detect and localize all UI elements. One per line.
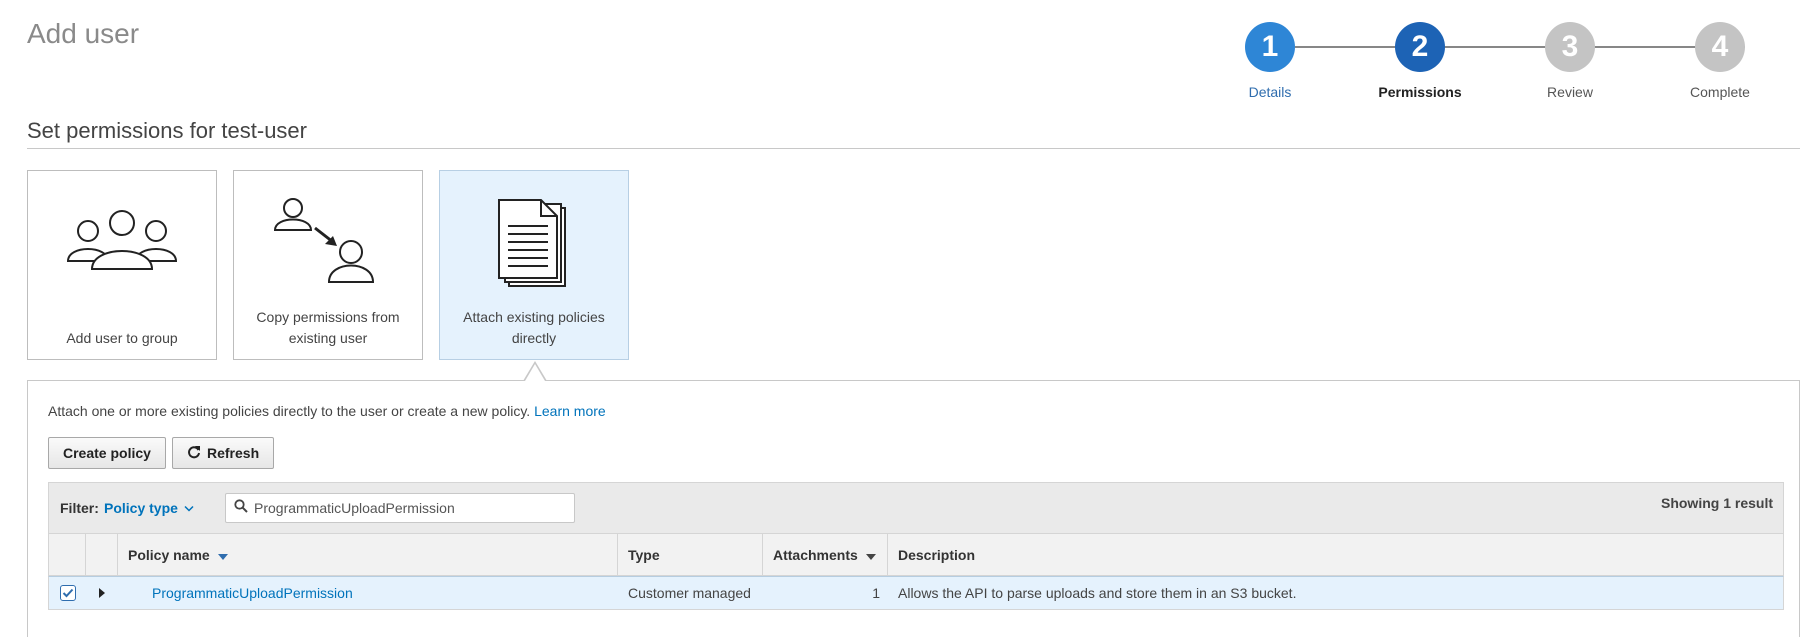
row-select-cell	[49, 577, 86, 609]
step-label: Details	[1248, 84, 1292, 100]
option-attach-policies[interactable]: Attach existing policies directly	[439, 170, 629, 360]
column-label: Type	[628, 546, 660, 563]
stepper-track	[1295, 46, 1745, 48]
refresh-button[interactable]: Refresh	[172, 437, 275, 469]
policy-panel: Attach one or more existing policies dir…	[27, 380, 1800, 637]
step-review: 3 Review	[1545, 22, 1595, 100]
option-label: Attach existing policies directly	[463, 309, 605, 346]
group-icon	[28, 189, 216, 299]
column-label: Description	[898, 546, 976, 563]
policy-name-cell: ProgrammaticUploadPermission	[118, 577, 618, 609]
create-policy-button[interactable]: Create policy	[48, 437, 166, 469]
step-number: 1	[1245, 22, 1295, 72]
step-complete: 4 Complete	[1690, 22, 1750, 100]
filter-label: Filter:	[60, 500, 99, 516]
option-label: Copy permissions from existing user	[256, 309, 400, 346]
header-select-cell	[49, 534, 86, 575]
column-type[interactable]: Type	[618, 534, 763, 575]
sort-icon	[865, 547, 876, 563]
policy-name-link[interactable]: ProgrammaticUploadPermission	[152, 585, 353, 601]
step-label: Complete	[1690, 84, 1750, 100]
step-details[interactable]: 1 Details	[1245, 22, 1295, 100]
search-icon	[234, 498, 248, 518]
section-divider	[27, 148, 1800, 149]
step-number: 2	[1395, 22, 1445, 72]
search-input[interactable]	[254, 500, 554, 516]
column-policy-name[interactable]: Policy name	[118, 534, 618, 575]
option-copy-permissions[interactable]: Copy permissions from existing user	[233, 170, 423, 360]
header-expand-cell	[86, 534, 118, 575]
policy-description-cell: Allows the API to parse uploads and stor…	[898, 585, 1297, 601]
document-stack-icon	[440, 189, 628, 299]
column-label: Policy name	[128, 546, 210, 563]
button-label: Create policy	[63, 445, 151, 461]
option-add-user-to-group[interactable]: Add user to group	[27, 170, 217, 360]
wizard-stepper: 1 Details 2 Permissions 3 Review 4 Compl…	[1245, 22, 1813, 112]
column-attachments[interactable]: Attachments	[763, 534, 888, 575]
policy-type-filter[interactable]: Policy type	[104, 500, 194, 516]
option-label: Add user to group	[66, 330, 178, 346]
filter-bar: Filter: Policy type Showing 1 result	[48, 482, 1784, 534]
row-checkbox[interactable]	[59, 585, 76, 601]
chevron-down-icon	[184, 500, 194, 516]
step-label: Permissions	[1378, 84, 1462, 100]
refresh-icon	[187, 445, 201, 462]
policy-attachments-cell: 1	[872, 585, 880, 601]
sort-desc-icon	[217, 547, 228, 563]
panel-pointer-fill	[525, 364, 545, 381]
step-number: 4	[1695, 22, 1745, 72]
column-label: Attachments	[773, 546, 858, 563]
copy-user-icon	[234, 189, 422, 299]
learn-more-link[interactable]: Learn more	[534, 403, 606, 419]
section-title: Set permissions for test-user	[27, 118, 307, 143]
intro-text: Attach one or more existing policies dir…	[48, 403, 531, 419]
step-permissions: 2 Permissions	[1378, 22, 1462, 100]
caret-right-icon	[99, 585, 105, 601]
policy-table: Filter: Policy type Showing 1 result Pol…	[48, 482, 1784, 610]
filter-select-label: Policy type	[104, 500, 178, 516]
policy-type-cell: Customer managed	[628, 585, 751, 601]
step-label: Review	[1547, 84, 1593, 100]
button-label: Refresh	[207, 445, 260, 461]
page-title: Add user	[27, 18, 140, 49]
column-description: Description	[888, 534, 1783, 575]
table-header: Policy name Type Attachments Description	[48, 534, 1784, 576]
step-number: 3	[1545, 22, 1595, 72]
search-field	[225, 493, 575, 523]
panel-intro: Attach one or more existing policies dir…	[48, 403, 606, 419]
result-count: Showing 1 result	[1660, 495, 1773, 511]
row-expand-toggle[interactable]	[86, 577, 118, 609]
table-row[interactable]: ProgrammaticUploadPermission Customer ma…	[48, 576, 1784, 610]
